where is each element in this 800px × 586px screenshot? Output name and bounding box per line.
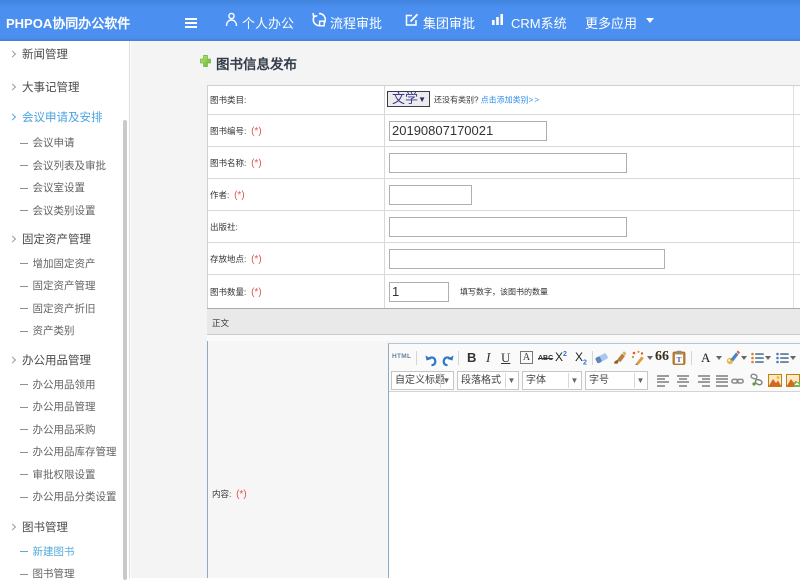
svg-text:T: T: [676, 355, 681, 364]
